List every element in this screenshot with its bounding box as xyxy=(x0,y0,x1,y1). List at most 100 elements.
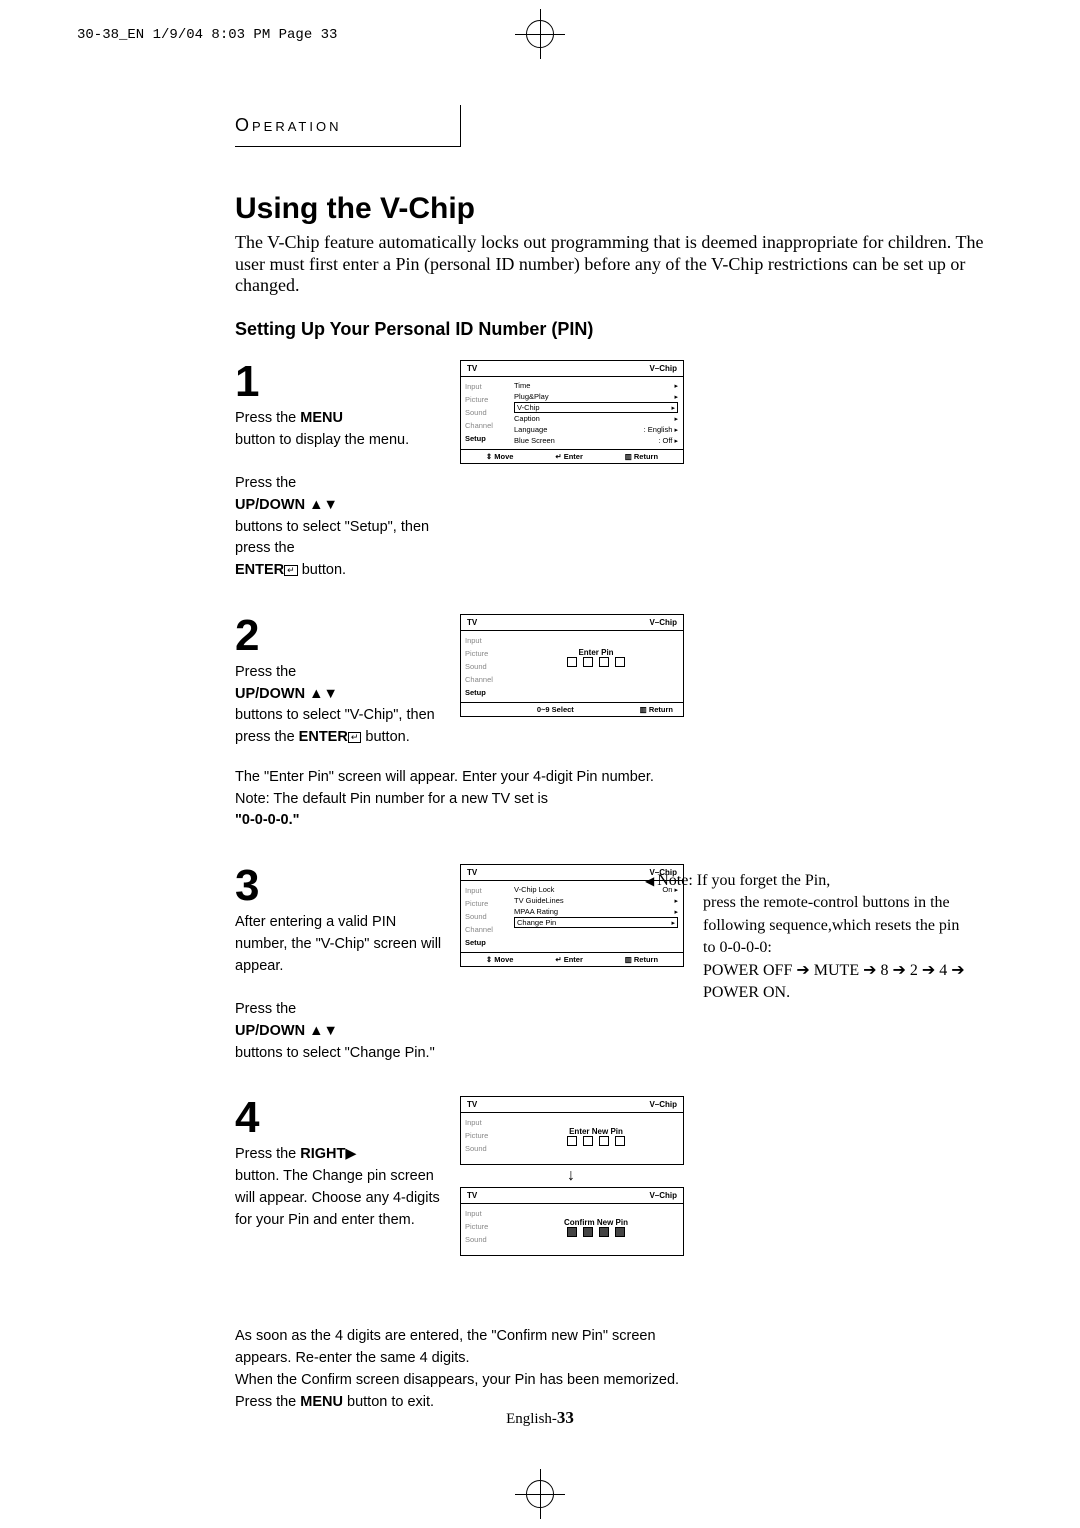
step-post-text: The "Enter Pin" screen will appear. Ente… xyxy=(235,767,685,832)
osd-title: TV xyxy=(467,868,477,877)
nav-item: Picture xyxy=(461,647,509,660)
nav-item: Sound xyxy=(461,1233,509,1246)
menu-row: V-Chip Lock xyxy=(514,885,554,894)
osd-right-panel: Enter New Pin xyxy=(509,1113,683,1164)
menu-row: Plug&Play xyxy=(514,392,549,401)
text-bold: "0-0-0-0." xyxy=(235,812,300,828)
pin-boxes-filled xyxy=(509,1227,683,1239)
footer-move: Move xyxy=(494,955,513,964)
osd-right-panel: Enter Pin xyxy=(509,631,683,702)
text-bold: UP/DOWN xyxy=(235,1023,305,1039)
intro-paragraph: The V-Chip feature automatically locks o… xyxy=(235,232,995,297)
note-text: press the remote-control buttons in the … xyxy=(703,894,959,956)
note-sequence: POWER OFF ➔ MUTE ➔ 8 ➔ 2 ➔ 4 ➔ POWER ON. xyxy=(703,962,965,1001)
section-tab: Operation xyxy=(235,105,461,147)
step-2: 2 Press the UP/DOWN ▲▼ buttons to select… xyxy=(235,614,1015,832)
text: Press the xyxy=(235,1394,300,1410)
osd-subtitle: V–Chip xyxy=(649,1100,677,1109)
menu-row: Caption xyxy=(514,414,540,423)
down-arrow-icon: ↓ xyxy=(460,1165,682,1187)
osd-subtitle: V–Chip xyxy=(649,364,677,373)
text-bold: UP/DOWN xyxy=(235,686,305,702)
menu-row: MPAA Rating xyxy=(514,907,558,916)
nav-item: Picture xyxy=(461,393,509,406)
text: As soon as the 4 digits are entered, the… xyxy=(235,1328,656,1366)
osd-setup-menu: TV V–Chip Input Picture Sound Channel Set… xyxy=(460,360,684,464)
footer-return: Return xyxy=(649,705,673,714)
footer-return: Return xyxy=(634,452,658,461)
nav-item: Picture xyxy=(461,897,509,910)
menu-row: Blue Screen xyxy=(514,436,555,445)
text: Press the xyxy=(235,475,296,491)
step-text: Press the UP/DOWN ▲▼ buttons to select "… xyxy=(235,662,445,749)
pin-boxes xyxy=(514,657,678,669)
page-number: English-33 xyxy=(506,1408,574,1428)
note-lead: Note: If you forget the Pin, xyxy=(645,872,830,889)
nav-item: Channel xyxy=(461,923,509,936)
nav-item: Sound xyxy=(461,406,509,419)
text-bold: ENTER xyxy=(299,729,348,745)
footer-select: 0~9 Select xyxy=(537,705,574,714)
text: Press the xyxy=(235,1146,300,1162)
enter-new-pin-label: Enter New Pin xyxy=(509,1127,683,1136)
footer-move: Move xyxy=(494,452,513,461)
osd-left-nav: Input Picture Sound Channel Setup xyxy=(461,881,509,952)
text-bold: ENTER xyxy=(235,562,284,578)
osd-title: TV xyxy=(467,1191,477,1200)
osd-right-panel: Time Plug&Play V-Chip Caption Language : … xyxy=(509,377,683,449)
text-bold: MENU xyxy=(300,1394,343,1410)
subheading: Setting Up Your Personal ID Number (PIN) xyxy=(235,319,1015,340)
nav-item-active: Setup xyxy=(461,432,509,445)
osd-subtitle: V–Chip xyxy=(649,1191,677,1200)
pin-boxes xyxy=(509,1136,683,1148)
osd-right-panel: Confirm New Pin xyxy=(509,1204,683,1255)
osd-enter-pin: TV V–Chip Input Picture Sound Channel Set… xyxy=(460,614,684,717)
step-1: 1 Press the MENU button to display the m… xyxy=(235,360,1015,582)
nav-item-active: Setup xyxy=(461,686,509,699)
text: Press the xyxy=(235,664,296,680)
text: buttons to select "Setup", then press th… xyxy=(235,519,429,557)
nav-item: Sound xyxy=(461,910,509,923)
menu-val: : Off xyxy=(658,436,672,445)
osd-subtitle: V–Chip xyxy=(649,618,677,627)
osd-confirm-new-pin: TV V–Chip Input Picture Sound Confirm New… xyxy=(460,1187,684,1256)
enter-pin-label: Enter Pin xyxy=(514,648,678,657)
text: The "Enter Pin" screen will appear. Ente… xyxy=(235,769,654,807)
nav-item: Channel xyxy=(461,419,509,432)
text: buttons to select "Change Pin." xyxy=(235,1045,435,1061)
page-content: Operation Using the V-Chip The V-Chip fe… xyxy=(235,105,1015,1445)
text: button to exit. xyxy=(343,1394,434,1410)
menu-row-selected: V-Chip xyxy=(517,403,540,412)
menu-val: : English xyxy=(644,425,673,434)
menu-row: Time xyxy=(514,381,530,390)
page-meta: 30-38_EN 1/9/04 8:03 PM Page 33 xyxy=(77,27,337,43)
nav-item: Input xyxy=(461,634,509,647)
text-bold: RIGHT xyxy=(300,1146,345,1162)
nav-item: Picture xyxy=(461,1220,509,1233)
text: button. The Change pin screen will appea… xyxy=(235,1168,440,1228)
text: When the Confirm screen disappears, your… xyxy=(235,1372,679,1388)
osd-left-nav: Input Picture Sound Channel Setup xyxy=(461,377,509,449)
menu-row-selected: Change Pin xyxy=(517,918,556,927)
nav-item: Picture xyxy=(461,1129,509,1142)
nav-item-active: Setup xyxy=(461,936,509,949)
crop-mark-bottom xyxy=(526,1480,554,1508)
osd-left-nav: Input Picture Sound xyxy=(461,1204,509,1255)
enter-icon: ↵ xyxy=(284,565,298,576)
osd-title: TV xyxy=(467,618,477,627)
text: button. xyxy=(298,562,346,578)
osd-title: TV xyxy=(467,364,477,373)
osd-left-nav: Input Picture Sound Channel Setup xyxy=(461,631,509,702)
note-block: Note: If you forget the Pin, press the r… xyxy=(645,870,975,1004)
nav-item: Input xyxy=(461,1207,509,1220)
page-title: Using the V-Chip xyxy=(235,192,1015,226)
menu-row: Language xyxy=(514,425,547,434)
step-text: Press the RIGHT▶ button. The Change pin … xyxy=(235,1144,445,1231)
step-text: Press the MENU button to display the men… xyxy=(235,408,445,582)
text-bold: MENU xyxy=(300,410,343,426)
menu-row: TV GuideLines xyxy=(514,896,564,905)
text: After entering a valid PIN number, the "… xyxy=(235,914,441,974)
nav-item: Input xyxy=(461,884,509,897)
nav-item: Sound xyxy=(461,1142,509,1155)
text: button to display the menu. xyxy=(235,432,409,448)
